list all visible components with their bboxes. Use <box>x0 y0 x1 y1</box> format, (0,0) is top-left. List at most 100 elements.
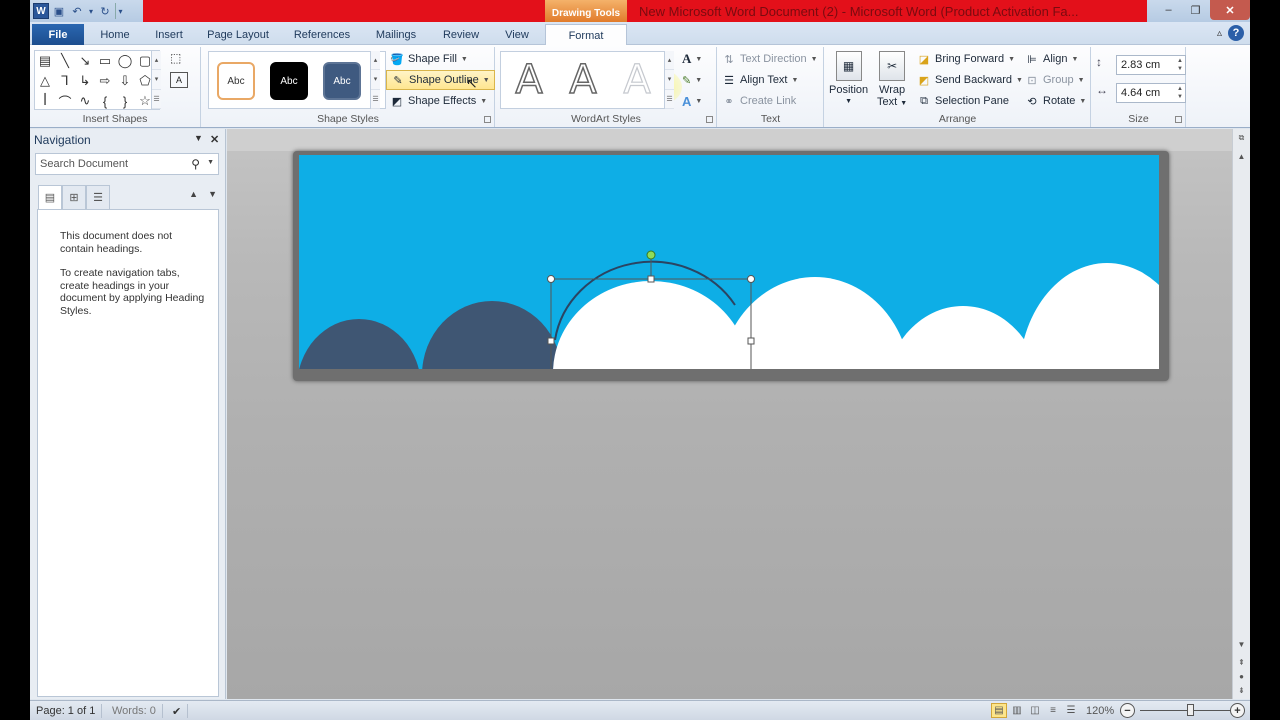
shape-triangle[interactable]: △ <box>35 71 55 91</box>
text-direction-button[interactable]: ⇅ Text Direction ▼ <box>722 49 817 69</box>
shapes-gallery-scroll[interactable]: ▴ ▾ ☰ <box>151 51 161 109</box>
shape-right-brace[interactable]: } <box>115 91 135 111</box>
word-count[interactable]: Words: 0 <box>106 704 163 718</box>
web-layout-icon[interactable]: ◫ <box>1027 703 1043 718</box>
wordart-style-1[interactable]: A <box>507 56 551 104</box>
resize-handle[interactable] <box>647 275 655 283</box>
tab-format[interactable]: Format <box>545 24 627 46</box>
wordart-style-3[interactable]: A <box>615 56 659 103</box>
resize-handle[interactable] <box>547 337 555 345</box>
wrap-text-button[interactable]: ✂ Wrap Text ▼ <box>877 51 907 110</box>
group-button[interactable]: ⊡ Group ▼ <box>1025 70 1084 90</box>
undo-dropdown-icon[interactable]: ▾ <box>87 3 95 19</box>
white-cloud-3[interactable] <box>883 306 1043 369</box>
create-link-button[interactable]: ⚭ Create Link <box>722 91 796 111</box>
shape-left-brace[interactable]: { <box>95 91 115 111</box>
scroll-down-icon[interactable]: ▾ <box>665 70 674 90</box>
align-button[interactable]: ⊫ Align ▼ <box>1025 49 1078 69</box>
more-icon[interactable]: ☰ <box>665 90 674 109</box>
browse-object-icon[interactable]: ● <box>1233 669 1250 683</box>
close-pane-icon[interactable]: ✕ <box>210 133 219 146</box>
shape-text-box[interactable]: ▤ <box>35 51 55 71</box>
shape-effects-button[interactable]: ◩ Shape Effects ▼ <box>390 91 487 111</box>
minimize-ribbon-icon[interactable]: ▵ <box>1217 28 1222 39</box>
help-icon[interactable]: ? <box>1228 25 1244 41</box>
white-cloud-2[interactable] <box>719 277 911 369</box>
scroll-up-icon[interactable]: ▲ <box>1233 149 1250 163</box>
tab-file[interactable]: File <box>32 24 84 45</box>
shape-line[interactable]: ╲ <box>55 51 75 71</box>
shape-oval[interactable]: ◯ <box>115 51 135 71</box>
shape-elbow-arrow[interactable]: ↳ <box>75 71 95 91</box>
edit-shape-icon[interactable]: ⬚ <box>170 51 192 67</box>
selection-pane-button[interactable]: ⧉ Selection Pane <box>917 91 1009 111</box>
proofing-icon[interactable]: ✔ <box>166 704 189 718</box>
text-fill-button[interactable]: A ▼ <box>682 49 702 69</box>
scroll-up-icon[interactable]: ▴ <box>152 51 161 71</box>
tab-view[interactable]: View <box>494 24 540 45</box>
wordart-style-2[interactable]: A <box>561 56 605 104</box>
zoom-level[interactable]: 120% <box>1086 705 1114 717</box>
shape-outline-button[interactable]: ✎ Shape Outline ▼ <box>386 70 495 90</box>
shape-freeform[interactable]: ꟾ <box>35 91 55 111</box>
resize-handle[interactable] <box>547 275 555 283</box>
rotate-button[interactable]: ⟲ Rotate ▼ <box>1025 91 1086 111</box>
previous-icon[interactable]: ▲ <box>189 189 198 199</box>
shape-styles-scroll[interactable]: ▴ ▾ ☰ <box>370 51 380 109</box>
undo-icon[interactable]: ↶ <box>69 3 85 19</box>
send-backward-button[interactable]: ◩ Send Backward ▼ <box>917 70 1023 90</box>
dark-cloud-2[interactable] <box>422 301 562 369</box>
resize-handle[interactable] <box>747 337 755 345</box>
browse-headings-tab[interactable]: ▤ <box>38 185 62 209</box>
dark-cloud-1[interactable] <box>299 319 421 369</box>
tab-page-layout[interactable]: Page Layout <box>198 24 278 45</box>
scroll-up-icon[interactable]: ▴ <box>371 51 380 71</box>
scroll-down-icon[interactable]: ▼ <box>1233 637 1250 651</box>
shape-style-2[interactable]: Abc <box>270 62 308 100</box>
dialog-launcher-icon[interactable] <box>706 116 713 123</box>
close-button[interactable]: ✕ <box>1210 0 1250 20</box>
rotate-handle[interactable] <box>646 250 656 260</box>
align-text-button[interactable]: ☰ Align Text ▼ <box>722 70 798 90</box>
scroll-up-icon[interactable]: ▴ <box>665 51 674 71</box>
shape-curve[interactable]: ∿ <box>75 91 95 111</box>
position-button[interactable]: ▦ Position ▼ <box>829 51 868 108</box>
wordart-scroll[interactable]: ▴ ▾ ☰ <box>664 51 674 109</box>
shape-right-arrow[interactable]: ⇨ <box>95 71 115 91</box>
spinner-icon[interactable]: ▲ ▼ <box>1177 85 1183 101</box>
white-cloud-selected[interactable] <box>553 281 749 369</box>
minimize-button[interactable]: – <box>1155 0 1182 20</box>
search-icon[interactable]: ⚲ <box>191 157 200 171</box>
shape-arc[interactable]: ⌒ <box>55 91 75 111</box>
outline-icon[interactable]: ≡ <box>1045 703 1061 718</box>
zoom-out-button[interactable]: − <box>1120 703 1135 718</box>
shape-arrow[interactable]: ↘ <box>75 51 95 71</box>
resize-handle[interactable] <box>747 275 755 283</box>
redo-icon[interactable]: ↻ <box>97 3 113 19</box>
text-outline-button[interactable]: ✎ ▼ <box>682 70 702 90</box>
save-icon[interactable]: ▣ <box>51 3 67 19</box>
more-icon[interactable]: ☰ <box>371 90 380 109</box>
draw-text-box-icon[interactable]: A <box>170 72 188 88</box>
dialog-launcher-icon[interactable] <box>1175 116 1182 123</box>
pane-options-icon[interactable]: ▼ <box>194 133 203 143</box>
shape-rectangle[interactable]: ▭ <box>95 51 115 71</box>
previous-page-icon[interactable]: ⇞ <box>1233 655 1250 669</box>
text-effects-button[interactable]: A ▼ <box>682 91 702 111</box>
vertical-scrollbar[interactable]: ⧉ ▲ ▼ ⇞ ● ⇟ <box>1232 129 1250 699</box>
next-icon[interactable]: ▼ <box>208 189 217 199</box>
bring-forward-button[interactable]: ◪ Bring Forward ▼ <box>917 49 1015 69</box>
maximize-button[interactable]: ❐ <box>1182 0 1209 20</box>
zoom-in-button[interactable]: + <box>1230 703 1245 718</box>
dialog-launcher-icon[interactable] <box>484 116 491 123</box>
tab-review[interactable]: Review <box>434 24 488 45</box>
tab-references[interactable]: References <box>286 24 358 45</box>
shape-width-field[interactable]: 4.64 cm ▲ ▼ <box>1116 83 1186 103</box>
scroll-down-icon[interactable]: ▾ <box>152 70 161 90</box>
page-count[interactable]: Page: 1 of 1 <box>30 704 103 718</box>
search-options-icon[interactable]: ▼ <box>207 159 214 166</box>
shape-fill-button[interactable]: 🪣 Shape Fill ▼ <box>390 49 468 69</box>
drawing-canvas[interactable] <box>299 155 1159 369</box>
draft-icon[interactable]: ☰ <box>1063 703 1079 718</box>
white-cloud-4[interactable] <box>1019 263 1159 369</box>
